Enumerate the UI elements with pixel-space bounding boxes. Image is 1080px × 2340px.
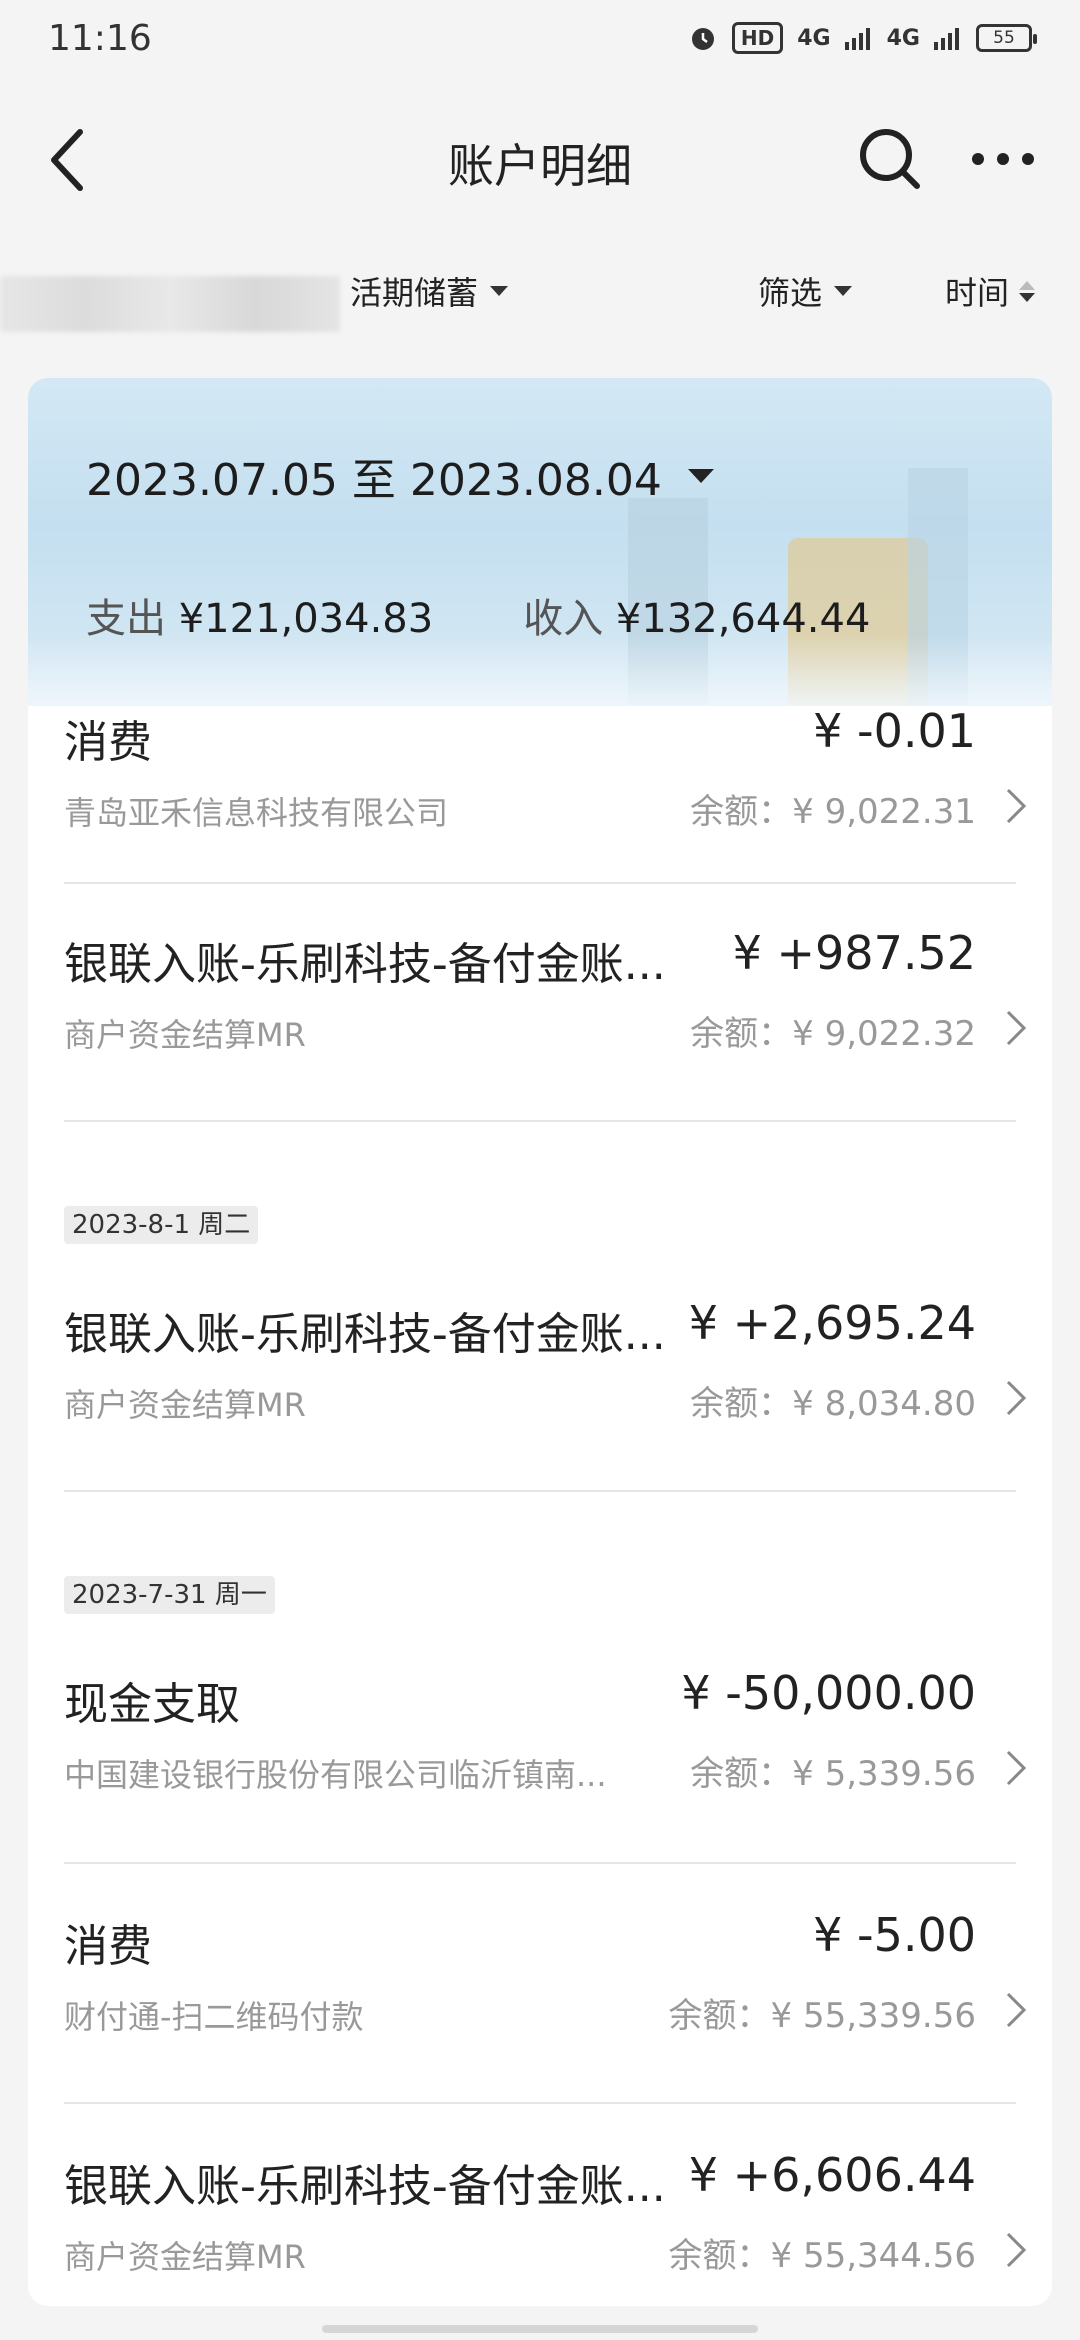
- filter-row: 活期储蓄 筛选 时间: [0, 248, 1080, 332]
- caret-down-icon: [490, 286, 509, 296]
- summary-totals: 支出 ¥121,034.83 收入 ¥132,644.44: [86, 586, 870, 644]
- transaction-merchant: 商户资金结算MR: [64, 2238, 306, 2276]
- transaction-row[interactable]: 消费 ¥ -0.01 青岛亚禾信息科技有限公司 余额：¥ 9,022.31: [64, 706, 1052, 916]
- transaction-amount: ¥ -0.01: [813, 706, 976, 758]
- signal-icon: [844, 28, 870, 50]
- more-dots-icon: [972, 153, 1034, 165]
- battery-icon: 55: [976, 24, 1037, 52]
- network-label-1: 4G: [797, 25, 831, 51]
- transaction-balance: 余额：¥ 9,022.32: [690, 1014, 976, 1054]
- transaction-title: 消费: [64, 717, 152, 768]
- filter-label: 筛选: [758, 274, 823, 312]
- transaction-balance: 余额：¥ 5,339.56: [690, 1754, 976, 1794]
- transaction-row[interactable]: 银联入账-乐刷科技-备付金账... ¥ +2,695.24 商户资金结算MR 余…: [64, 1296, 1052, 1508]
- transaction-amount: ¥ -5.00: [813, 1908, 976, 1962]
- transaction-balance: 余额：¥ 8,034.80: [690, 1384, 976, 1424]
- transaction-title: 现金支取: [64, 1679, 240, 1730]
- chevron-right-icon: [1006, 1380, 1027, 1416]
- transaction-row[interactable]: 现金支取 ¥ -50,000.00 中国建设银行股份有限公司临沂镇南... 余额…: [64, 1666, 1052, 1878]
- signal-icon-2: [934, 28, 959, 50]
- transaction-merchant: 商户资金结算MR: [64, 1016, 306, 1054]
- transaction-title: 银联入账-乐刷科技-备付金账...: [64, 2161, 666, 2212]
- time-label: 时间: [945, 274, 1010, 312]
- account-type-label: 活期储蓄: [350, 274, 479, 312]
- expense-total: 支出 ¥121,034.83: [86, 586, 433, 644]
- alarm-icon: [691, 28, 714, 50]
- transaction-amount: ¥ +2,695.24: [688, 1296, 976, 1350]
- date-range-text: 2023.07.05 至 2023.08.04: [86, 455, 662, 506]
- chevron-right-icon: [1006, 1992, 1027, 2028]
- income-amount: ¥132,644.44: [615, 596, 871, 642]
- transaction-amount: ¥ +987.52: [732, 926, 976, 980]
- income-label: 收入: [523, 596, 604, 642]
- transaction-merchant: 财付通-扫二维码付款: [64, 1998, 364, 2036]
- chevron-right-icon: [1006, 1750, 1027, 1786]
- divider: [64, 2102, 1016, 2104]
- chevron-right-icon: [1006, 788, 1027, 824]
- date-header: 2023-7-31 周一: [64, 1576, 275, 1614]
- chevron-right-icon: [1006, 2232, 1027, 2268]
- expense-amount: ¥121,034.83: [178, 596, 434, 642]
- time-sort-button[interactable]: 时间: [945, 268, 1036, 314]
- account-selector[interactable]: 活期储蓄: [350, 268, 509, 314]
- date-range-selector[interactable]: 2023.07.05 至 2023.08.04: [86, 444, 714, 508]
- app-header: 账户明细: [0, 80, 1080, 240]
- transaction-balance: 余额：¥ 55,344.56: [668, 2236, 976, 2276]
- transaction-row[interactable]: 银联入账-乐刷科技-备付金账... ¥ +987.52 商户资金结算MR 余额：…: [64, 926, 1052, 1138]
- home-indicator[interactable]: [322, 2325, 758, 2333]
- status-icons: HD 4G 4G 55: [688, 22, 1037, 54]
- transaction-title: 消费: [64, 1921, 152, 1972]
- status-bar: 11:16 HD 4G 4G 55: [0, 0, 1080, 80]
- divider: [64, 1490, 1016, 1492]
- transaction-merchant: 商户资金结算MR: [64, 1386, 306, 1424]
- search-icon: [860, 129, 920, 189]
- transaction-row[interactable]: 消费 ¥ -5.00 财付通-扫二维码付款 余额：¥ 55,339.56: [64, 1908, 1052, 2120]
- transaction-row[interactable]: 银联入账-乐刷科技-备付金账... ¥ +6,606.44 商户资金结算MR 余…: [64, 2148, 1052, 2306]
- transaction-balance: 余额：¥ 9,022.31: [690, 792, 976, 832]
- divider: [64, 1862, 1016, 1864]
- expense-label: 支出: [86, 596, 166, 642]
- income-total: 收入 ¥132,644.44: [523, 586, 870, 644]
- chevron-right-icon: [1006, 1010, 1027, 1046]
- summary-banner: 2023.07.05 至 2023.08.04 支出 ¥121,034.83 收…: [28, 378, 1052, 706]
- caret-down-icon: [834, 286, 853, 296]
- transaction-balance: 余额：¥ 55,339.56: [668, 1996, 976, 2036]
- transaction-list: 消费 ¥ -0.01 青岛亚禾信息科技有限公司 余额：¥ 9,022.31 银联…: [28, 706, 1052, 2306]
- transaction-title: 银联入账-乐刷科技-备付金账...: [64, 939, 666, 990]
- transaction-merchant: 青岛亚禾信息科技有限公司: [64, 794, 449, 832]
- transaction-merchant: 中国建设银行股份有限公司临沂镇南...: [64, 1756, 607, 1794]
- transaction-amount: ¥ +6,606.44: [688, 2148, 976, 2202]
- caret-down-icon: [687, 469, 714, 483]
- search-button[interactable]: [855, 124, 925, 194]
- divider: [64, 882, 1016, 884]
- divider: [64, 1120, 1016, 1122]
- sort-icon: [1019, 280, 1036, 302]
- banner-decoration: [28, 636, 1052, 706]
- blurred-account-number: [0, 276, 340, 332]
- date-header: 2023-8-1 周二: [64, 1206, 259, 1244]
- status-time: 11:16: [48, 18, 152, 59]
- hd-badge: HD: [731, 22, 784, 54]
- network-label-2: 4G: [886, 25, 920, 51]
- more-button[interactable]: [968, 134, 1038, 184]
- transaction-amount: ¥ -50,000.00: [681, 1666, 976, 1720]
- filter-button[interactable]: 筛选: [758, 268, 853, 314]
- transaction-title: 银联入账-乐刷科技-备付金账...: [64, 1309, 666, 1360]
